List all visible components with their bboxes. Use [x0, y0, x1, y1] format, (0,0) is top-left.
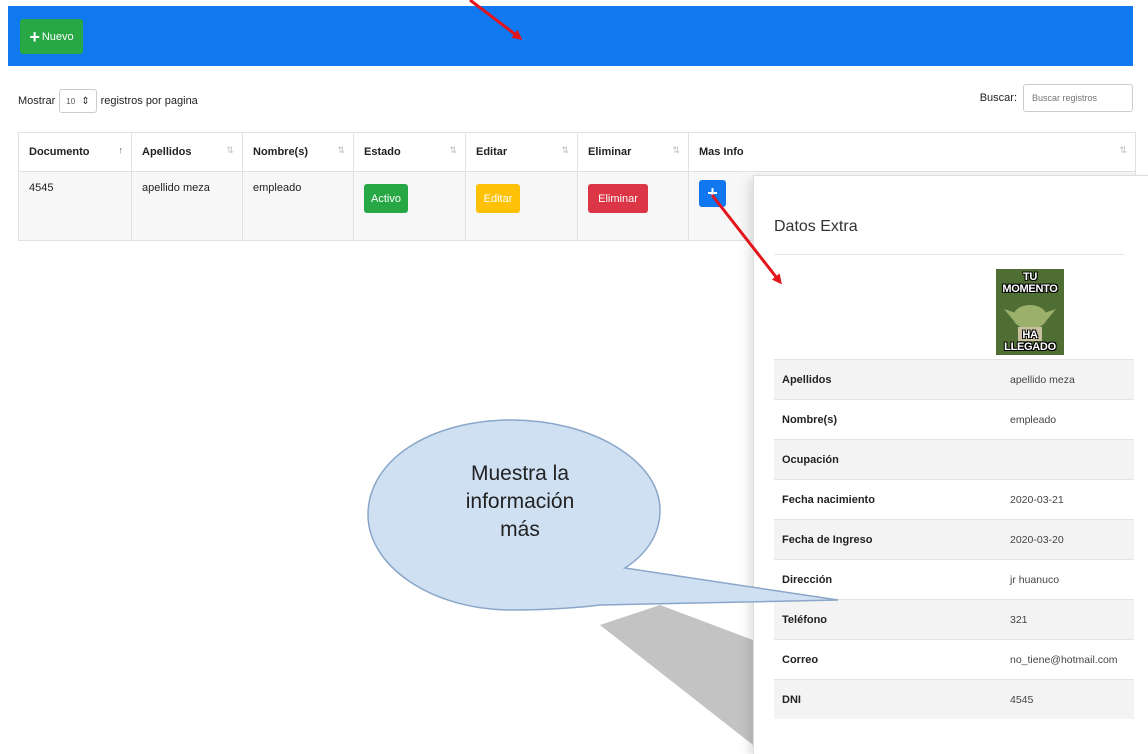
cell-nombre: empleado — [242, 171, 354, 241]
col-label: Estado — [364, 146, 401, 158]
modal-divider — [774, 254, 1124, 255]
cell-documento: 4545 — [18, 171, 132, 241]
top-bar: + Nuevo — [8, 6, 1133, 66]
col-mas-info[interactable]: Mas Info ⇅ — [688, 132, 1136, 172]
callout-line: Muestra la — [470, 462, 570, 485]
info-row: Ocupación — [774, 439, 1134, 480]
delete-button[interactable]: Eliminar — [588, 184, 648, 213]
more-info-button[interactable]: + — [699, 180, 726, 207]
info-label: Teléfono — [774, 599, 1002, 640]
col-label: Mas Info — [699, 146, 744, 158]
col-label: Apellidos — [142, 146, 192, 158]
info-value: 321 — [1002, 599, 1134, 640]
info-row: Fecha nacimiento 2020-03-21 — [774, 479, 1134, 520]
col-label: Eliminar — [588, 146, 632, 158]
extra-info-modal: Datos Extra TU MOMENTO HA LLEGADO Apelli… — [753, 175, 1148, 754]
callout-text: Muestra la información más — [420, 460, 620, 544]
info-row: DNI 4545 — [774, 679, 1134, 719]
plus-icon: + — [707, 183, 718, 203]
page-size-select[interactable]: 10 ⇕ — [59, 89, 97, 113]
page-size-value: 10 — [66, 96, 76, 106]
info-row: Correo no_tiene@hotmail.com — [774, 639, 1134, 680]
info-value: no_tiene@hotmail.com — [1002, 639, 1134, 680]
per-page-label: registros por pagina — [100, 95, 198, 107]
sort-icon: ⇅ — [1119, 145, 1127, 155]
extra-info-table: Apellidos apellido meza Nombre(s) empleado… — [774, 359, 1134, 719]
info-label: DNI — [774, 679, 1002, 719]
photo-caption-bottom: HA LLEGADO — [1004, 329, 1056, 353]
info-value: empleado — [1002, 399, 1134, 440]
sort-icon: ⇅ — [337, 145, 345, 155]
col-label: Editar — [476, 146, 508, 158]
col-editar[interactable]: Editar ⇅ — [465, 132, 578, 172]
new-button-label: Nuevo — [41, 30, 74, 43]
info-row: Dirección jr huanuco — [774, 559, 1134, 600]
info-value: 2020-03-20 — [1002, 519, 1134, 560]
info-label: Fecha nacimiento — [774, 479, 1002, 520]
employee-photo: TU MOMENTO HA LLEGADO — [996, 269, 1064, 355]
table-header-row: Documento ↑ Apellidos ⇅ Nombre(s) ⇅ Estado ⇅… — [18, 132, 1136, 172]
status-active-button[interactable]: Activo — [364, 184, 408, 213]
cell-editar: Editar — [465, 171, 578, 241]
search-control: Buscar: — [980, 84, 1133, 112]
cell-eliminar: Eliminar — [577, 171, 689, 241]
modal-title: Datos Extra — [774, 218, 858, 235]
search-label: Buscar: — [979, 92, 1017, 104]
col-eliminar[interactable]: Eliminar ⇅ — [577, 132, 689, 172]
info-value: apellido meza — [1002, 359, 1134, 400]
info-row: Fecha de Ingreso 2020-03-20 — [774, 519, 1134, 560]
col-nombre[interactable]: Nombre(s) ⇅ — [242, 132, 354, 172]
sort-icon: ⇅ — [226, 145, 234, 155]
cell-apellidos: apellido meza — [131, 171, 243, 241]
info-row: Nombre(s) empleado — [774, 399, 1134, 440]
info-row: Apellidos apellido meza — [774, 359, 1134, 400]
info-label: Fecha de Ingreso — [774, 519, 1002, 560]
info-value: 2020-03-21 — [1002, 479, 1134, 520]
callout-line: información — [465, 490, 575, 513]
sort-asc-icon: ↑ — [118, 145, 124, 155]
col-documento[interactable]: Documento ↑ — [18, 132, 132, 172]
sort-icon: ⇅ — [561, 145, 569, 155]
photo-caption-top: TU MOMENTO — [1002, 271, 1058, 295]
show-label: Mostrar — [18, 95, 56, 107]
sort-icon: ⇅ — [672, 145, 680, 155]
table-controls: Mostrar 10 ⇕ registros por pagina Buscar… — [18, 84, 1133, 114]
col-estado[interactable]: Estado ⇅ — [353, 132, 466, 172]
plus-icon: + — [29, 26, 40, 47]
col-apellidos[interactable]: Apellidos ⇅ — [131, 132, 243, 172]
info-label: Correo — [774, 639, 1002, 680]
info-row: Teléfono 321 — [774, 599, 1134, 640]
info-value: jr huanuco — [1002, 559, 1134, 600]
info-label: Nombre(s) — [774, 399, 1002, 440]
col-label: Documento — [29, 146, 90, 158]
page-size-control: Mostrar 10 ⇕ registros por pagina — [18, 89, 198, 113]
info-value: 4545 — [1002, 679, 1134, 719]
info-value — [1002, 439, 1134, 480]
cell-estado: Activo — [353, 171, 466, 241]
callout-line: más — [500, 518, 540, 541]
info-label: Dirección — [774, 559, 1002, 600]
new-button[interactable]: + Nuevo — [20, 19, 83, 54]
info-label: Ocupación — [774, 439, 1002, 480]
search-input[interactable] — [1023, 84, 1133, 112]
edit-button[interactable]: Editar — [476, 184, 520, 213]
sort-icon: ⇅ — [449, 145, 457, 155]
col-label: Nombre(s) — [253, 146, 309, 158]
select-caret-icon: ⇕ — [81, 95, 90, 107]
info-label: Apellidos — [774, 359, 1002, 400]
